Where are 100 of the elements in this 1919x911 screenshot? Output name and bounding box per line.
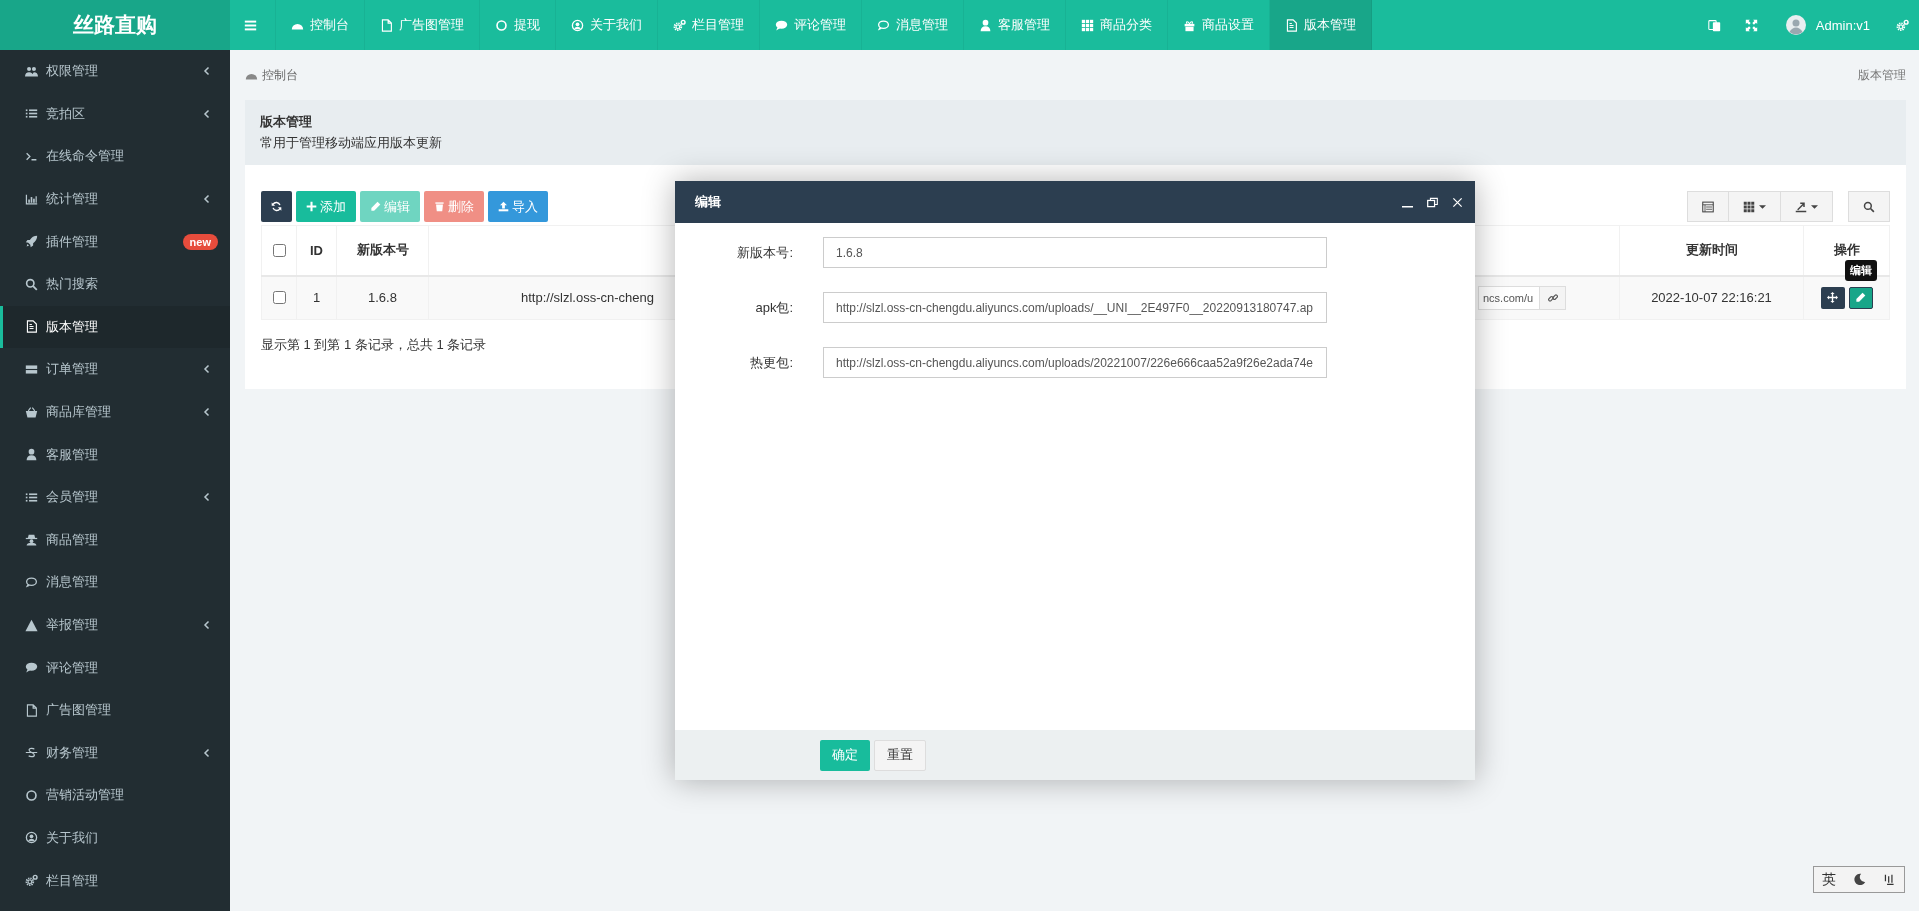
- link-icon: [1547, 292, 1558, 303]
- sidebar-item[interactable]: 客服管理: [0, 433, 230, 476]
- chat-icon: [877, 18, 890, 32]
- user-icon: [25, 448, 38, 462]
- strikethrough-icon: [25, 746, 38, 760]
- sidebar-item[interactable]: 营销活动管理: [0, 774, 230, 817]
- language-indicator[interactable]: 英: [1822, 870, 1837, 889]
- sidebar-item[interactable]: 商品管理: [0, 518, 230, 562]
- app-logo: 丝路直购: [0, 0, 230, 50]
- minimize-icon: [1402, 206, 1413, 208]
- caret-icon: [1759, 204, 1766, 209]
- search-icon: [1863, 200, 1875, 213]
- sidebar-item[interactable]: 版本管理: [0, 305, 230, 349]
- refresh-button[interactable]: [261, 191, 292, 222]
- grid-icon: [1743, 200, 1755, 213]
- list-icon: [25, 107, 38, 121]
- document-icon: [1285, 18, 1298, 32]
- search-button[interactable]: [1848, 191, 1890, 222]
- user-circle-icon: [25, 831, 38, 845]
- sidebar-item[interactable]: 商品库管理: [0, 390, 230, 434]
- pencil-icon: [1855, 292, 1866, 304]
- terminal-icon: [25, 150, 38, 163]
- file-icon: [25, 703, 38, 717]
- page-name: 版本管理: [1858, 66, 1906, 84]
- maximize-button[interactable]: [1427, 196, 1438, 208]
- drag-button[interactable]: [1820, 286, 1845, 309]
- search-icon: [25, 277, 38, 291]
- caret-icon: [1811, 204, 1818, 209]
- columns-button[interactable]: [1729, 191, 1781, 222]
- reset-button[interactable]: 重置: [874, 739, 926, 771]
- close-icon: [1452, 196, 1463, 208]
- panel-description: 常用于管理移动端应用版本更新: [260, 134, 443, 152]
- upload-icon: [498, 201, 509, 212]
- translate-icon: [1707, 18, 1721, 32]
- server-icon: [25, 362, 38, 376]
- input-field[interactable]: http://slzl.oss-cn-chengdu.aliyuncs.com/uploads/__UNI__2E497F0__20220913180747.ap: [823, 292, 1327, 323]
- pencil-icon: [370, 201, 381, 212]
- move-icon: [1827, 292, 1838, 304]
- sidebar-item[interactable]: 插件管理 new: [0, 220, 230, 263]
- settings-icon: [1896, 18, 1909, 32]
- field-label: 新版本号:: [736, 243, 793, 262]
- maximize-icon: [1427, 196, 1438, 208]
- sidebar-item[interactable]: 消息管理: [0, 561, 230, 604]
- column-header: ID: [296, 225, 337, 276]
- table-cell: 1: [296, 275, 337, 320]
- pagination-info: 显示第 1 到第 1 条记录，总共 1 条记录: [261, 336, 488, 354]
- export-button[interactable]: [1781, 191, 1833, 222]
- moon-icon: [1853, 873, 1866, 886]
- panel-title: 版本管理: [260, 113, 313, 131]
- sidebar-item[interactable]: 会员管理: [0, 475, 230, 519]
- table-cell: 2022-10-07 22:16:21: [1619, 275, 1804, 320]
- fullscreen-icon: [1744, 18, 1758, 32]
- trash-icon: [434, 201, 445, 212]
- link-button[interactable]: [1540, 285, 1566, 310]
- sidebar-item[interactable]: 财务管理: [0, 731, 230, 775]
- menu-icon: [244, 18, 257, 32]
- table-icon: [1702, 200, 1714, 213]
- breadcrumb-link[interactable]: 控制台: [245, 66, 298, 84]
- comment-icon: [775, 18, 788, 32]
- input-field[interactable]: 1.6.8: [823, 237, 1327, 268]
- refresh-icon: [271, 201, 282, 212]
- file-icon: [380, 18, 393, 32]
- symbol-icon: [1882, 873, 1896, 886]
- chat-icon: [25, 575, 38, 589]
- sidebar-item[interactable]: 订单管理: [0, 348, 230, 391]
- column-header: 更新时间: [1619, 225, 1804, 276]
- toggle-view-button[interactable]: [1687, 191, 1729, 222]
- sidebar-item[interactable]: 举报管理: [0, 603, 230, 647]
- sidebar-item[interactable]: 竞拍区: [0, 92, 230, 136]
- basket-icon: [25, 405, 38, 419]
- bar-chart-icon: [25, 192, 38, 206]
- sidebar-item[interactable]: 广告图管理: [0, 688, 230, 732]
- plus-icon: [306, 201, 317, 212]
- column-header: 新版本号: [336, 225, 429, 276]
- url-field[interactable]: ncs.com/u: [1478, 285, 1540, 310]
- sidebar-item[interactable]: 热门搜索: [0, 262, 230, 306]
- field-label: 热更包:: [749, 353, 793, 372]
- grid-icon: [1081, 18, 1094, 32]
- edit-button[interactable]: [1848, 286, 1873, 309]
- checkbox[interactable]: [273, 243, 286, 257]
- users-icon: [25, 64, 38, 78]
- sidebar-item[interactable]: 统计管理: [0, 177, 230, 221]
- sidebar-item[interactable]: 评论管理: [0, 646, 230, 689]
- close-button[interactable]: [1452, 196, 1463, 208]
- input-field[interactable]: http://slzl.oss-cn-chengdu.aliyuncs.com/uploads/20221007/226e666caa52a9f26e2ada74e: [823, 347, 1327, 378]
- checkbox[interactable]: [273, 291, 286, 305]
- user-circle-icon: [571, 18, 584, 32]
- person-icon: [25, 533, 38, 547]
- export-icon: [1795, 200, 1807, 213]
- sidebar-item[interactable]: 在线命令管理: [0, 135, 230, 178]
- gears-icon: [25, 874, 38, 888]
- user-icon: [979, 18, 992, 32]
- sidebar-item[interactable]: 关于我们: [0, 816, 230, 860]
- table-cell: 1.6.8: [336, 275, 429, 320]
- tooltip: 编辑: [1844, 259, 1877, 281]
- sidebar-item[interactable]: 栏目管理: [0, 859, 230, 902]
- comment-icon: [25, 661, 38, 675]
- sidebar-item[interactable]: 权限管理: [0, 50, 230, 93]
- document-icon: [25, 320, 38, 334]
- circle-icon: [495, 18, 508, 32]
